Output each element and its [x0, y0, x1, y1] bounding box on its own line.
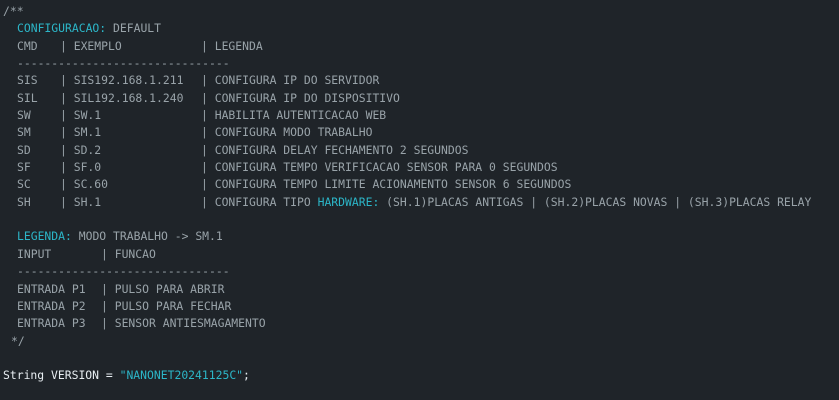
table-row: SIL | SIL192.168.1.240 | CONFIGURA IP DO…	[0, 90, 839, 107]
table-row: SIS | SIS192.168.1.211 | CONFIGURA IP DO…	[0, 72, 839, 89]
row-legend: | CONFIGURA MODO TRABALHO	[201, 125, 373, 140]
row-legend: | CONFIGURA TEMPO VERIFICACAO SENSOR PAR…	[201, 160, 558, 175]
legenda-value: MODO TRABALHO -> SM.1	[71, 229, 223, 244]
row-example: | SIL192.168.1.240	[60, 90, 184, 105]
row-cmd: SF	[17, 160, 31, 175]
table-row: SC | SC.60 | CONFIGURA TEMPO LIMITE ACIO…	[0, 176, 839, 193]
row-legend: | CONFIGURA DELAY FECHAMENTO 2 SEGUNDOS	[201, 142, 469, 157]
row-example: | SW.1	[60, 108, 102, 123]
code-line: /**	[0, 3, 839, 20]
code-line: String VERSION = "NANONET20241125C";	[0, 367, 839, 384]
separator: -------------------------------	[17, 264, 230, 279]
row-example: | SM.1	[60, 125, 102, 140]
row-input: ENTRADA P1	[17, 281, 86, 296]
row-example: | SC.60	[60, 177, 109, 192]
semicolon: ;	[243, 368, 250, 383]
row-legend: | CONFIGURA IP DO SERVIDOR	[201, 73, 380, 88]
legenda-line: LEGENDA: MODO TRABALHO -> SM.1	[17, 228, 223, 245]
row-example: | SD.2	[60, 142, 102, 157]
row-example: | SIS192.168.1.211	[60, 73, 184, 88]
row-cmd: SM	[17, 125, 31, 140]
header-legend: | LEGENDA	[201, 38, 263, 53]
table-row: ENTRADA P3 | SENSOR ANTIESMAGAMENTO	[0, 315, 839, 332]
row-input: ENTRADA P2	[17, 298, 86, 313]
row-cmd: SD	[17, 142, 31, 157]
table-row: SF | SF.0 | CONFIGURA TEMPO VERIFICACAO …	[0, 159, 839, 176]
config-line: CONFIGURACAO: DEFAULT	[17, 20, 161, 37]
hardware-keyword: HARDWARE:	[317, 194, 380, 209]
config-key: CONFIGURACAO:	[17, 21, 107, 36]
code-line: */	[0, 333, 839, 350]
row-cmd: SIS	[17, 73, 38, 88]
row-input: ENTRADA P3	[17, 316, 86, 331]
code-editor[interactable]: /** CONFIGURACAO: DEFAULT CMD | EXEMPLO …	[0, 0, 839, 400]
code-line: LEGENDA: MODO TRABALHO -> SM.1	[0, 228, 839, 245]
config-value: DEFAULT	[106, 21, 162, 36]
separator: -------------------------------	[17, 56, 230, 71]
row-func: | SENSOR ANTIESMAGAMENTO	[101, 316, 266, 331]
legenda-key: LEGENDA:	[17, 229, 72, 244]
header-funcao: | FUNCAO	[101, 246, 156, 261]
legend-prefix: | CONFIGURA TIPO	[201, 194, 318, 209]
header-example: | EXEMPLO	[60, 38, 122, 53]
row-cmd: SIL	[17, 90, 38, 105]
row-legend: | CONFIGURA TEMPO LIMITE ACIONAMENTO SEN…	[201, 177, 572, 192]
code-line: -------------------------------	[0, 55, 839, 72]
row-example: | SH.1	[60, 194, 102, 209]
row-example: | SF.0	[60, 160, 102, 175]
row-legend: | CONFIGURA IP DO DISPOSITIVO	[201, 90, 400, 105]
table-row: ENTRADA P1 | PULSO PARA ABRIR	[0, 281, 839, 298]
legend-suffix: (SH.1)PLACAS ANTIGAS | (SH.2)PLACAS NOVA…	[379, 194, 812, 209]
table-row: ENTRADA P2 | PULSO PARA FECHAR	[0, 298, 839, 315]
variable-name: VERSION =	[44, 368, 120, 383]
row-legend: | CONFIGURA TIPO HARDWARE: (SH.1)PLACAS …	[201, 194, 811, 211]
row-func: | PULSO PARA FECHAR	[101, 298, 232, 313]
type-keyword: String	[3, 368, 45, 383]
string-literal: "NANONET20241125C"	[119, 368, 244, 383]
header-cmd: CMD	[17, 38, 38, 53]
table-row: SD | SD.2 | CONFIGURA DELAY FECHAMENTO 2…	[0, 142, 839, 159]
row-cmd: SC	[17, 177, 31, 192]
header-input: INPUT	[17, 246, 52, 261]
row-cmd: SH	[17, 194, 31, 209]
table-row: SW | SW.1 | HABILITA AUTENTICACAO WEB	[0, 107, 839, 124]
code-line: CONFIGURACAO: DEFAULT	[0, 20, 839, 37]
code-line: -------------------------------	[0, 263, 839, 280]
row-func: | PULSO PARA ABRIR	[101, 281, 225, 296]
code-line: INPUT | FUNCAO	[0, 246, 839, 263]
row-cmd: SW	[17, 108, 31, 123]
table-row: SM | SM.1 | CONFIGURA MODO TRABALHO	[0, 124, 839, 141]
code-line: CMD | EXEMPLO | LEGENDA	[0, 38, 839, 55]
comment-open: /**	[3, 4, 24, 18]
row-legend: | HABILITA AUTENTICACAO WEB	[201, 108, 387, 123]
version-declaration: String VERSION = "NANONET20241125C";	[3, 367, 250, 384]
comment-close: */	[11, 333, 25, 348]
table-row: SH | SH.1 | CONFIGURA TIPO HARDWARE: (SH…	[0, 194, 839, 211]
